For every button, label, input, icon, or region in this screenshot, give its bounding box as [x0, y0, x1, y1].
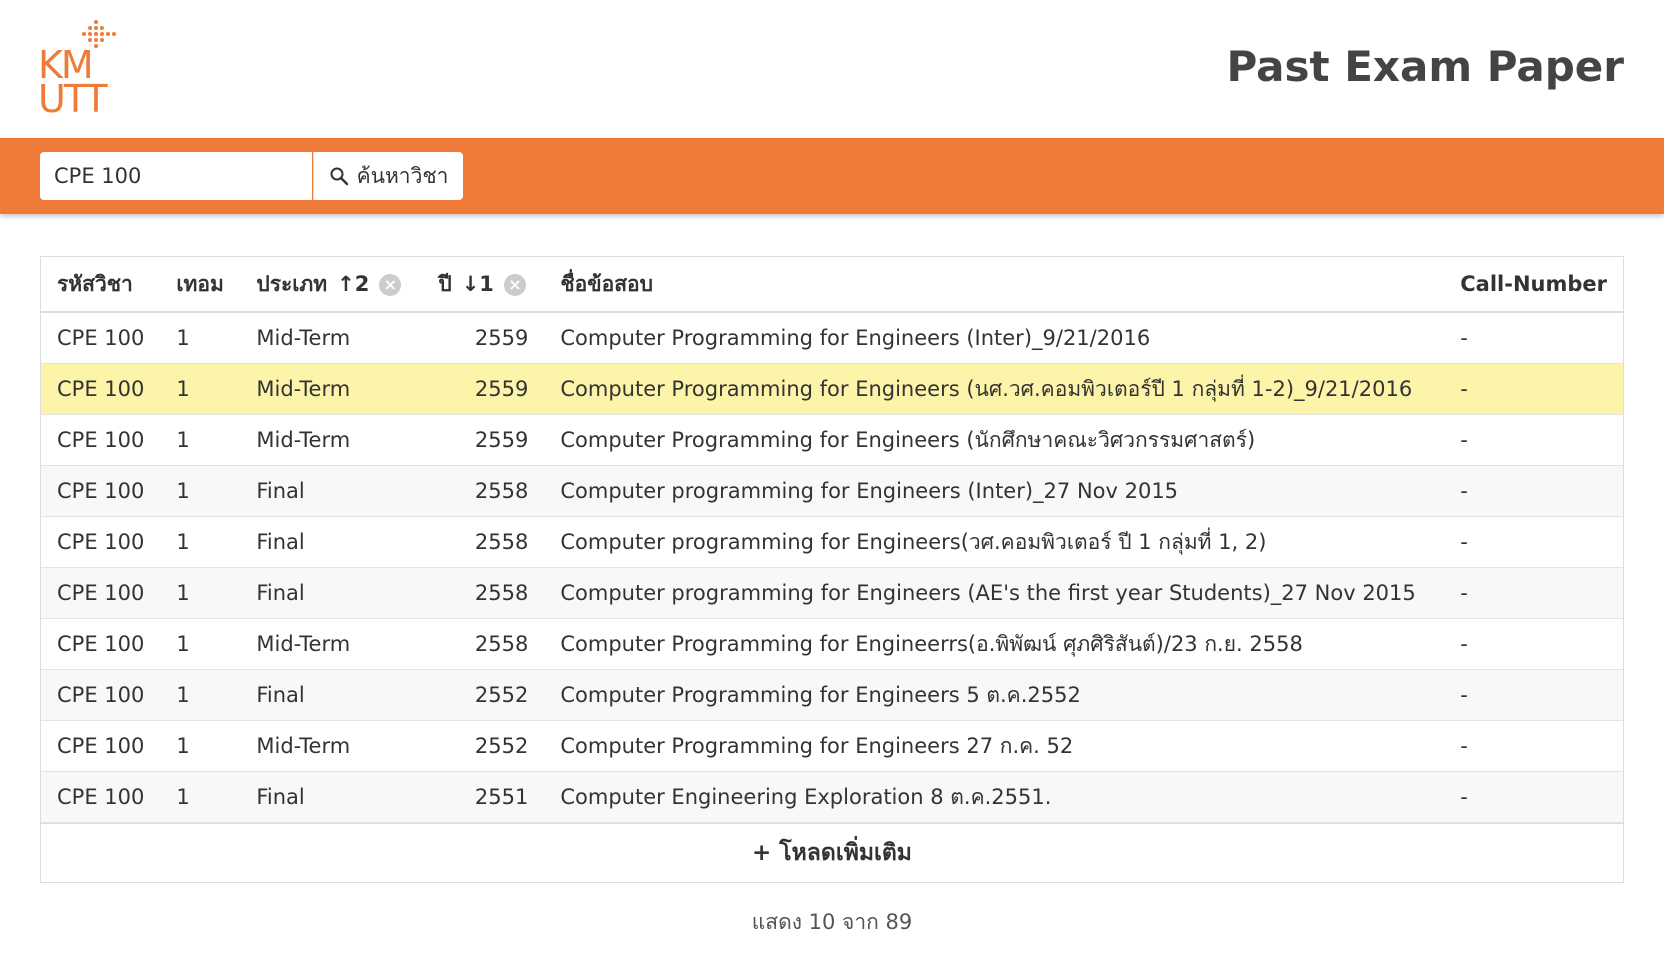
- clear-sort-type-icon[interactable]: ×: [379, 273, 402, 296]
- clear-sort-year-icon[interactable]: ×: [503, 273, 526, 296]
- table-row[interactable]: CPE 100 1 Mid-Term 2559 Computer Programming…: [41, 312, 1623, 364]
- cell-name: Computer programming for Engineers(วศ.คอ…: [544, 516, 1445, 568]
- load-more-label: โหลดเพิ่มเติม: [779, 840, 912, 866]
- cell-type: Mid-Term: [240, 363, 423, 415]
- cell-type: Mid-Term: [240, 618, 423, 670]
- cell-year: 2559: [422, 363, 545, 415]
- cell-call: -: [1444, 771, 1623, 823]
- cell-code: CPE 100: [41, 720, 161, 772]
- cell-call: -: [1444, 312, 1623, 364]
- sort-indicator-year: ↓1: [461, 271, 494, 296]
- col-header-term[interactable]: เทอม: [160, 257, 241, 313]
- cell-name: Computer Programming for Engineers (นักศ…: [544, 414, 1445, 466]
- cell-term: 1: [160, 618, 241, 670]
- table-row[interactable]: CPE 100 1 Mid-Term 2559 Computer Programming…: [41, 363, 1623, 415]
- cell-code: CPE 100: [41, 567, 161, 619]
- cell-year: 2551: [422, 771, 545, 823]
- cell-code: CPE 100: [41, 618, 161, 670]
- search-bar: ค้นหาวิชา: [0, 138, 1664, 214]
- cell-code: CPE 100: [41, 363, 161, 415]
- sort-indicator-type: ↑2: [337, 271, 370, 296]
- cell-code: CPE 100: [41, 414, 161, 466]
- cell-type: Mid-Term: [240, 720, 423, 772]
- cell-code: CPE 100: [41, 771, 161, 823]
- exam-table-container: รหัสวิชา เทอม ประเภท ↑2 × ปี ↓1 × ชื่อข้อสอบ…: [40, 256, 1624, 883]
- logo-text-bottom: UTT: [38, 77, 108, 121]
- load-more-button[interactable]: + โหลดเพิ่มเติม: [41, 823, 1623, 882]
- cell-year: 2552: [422, 720, 545, 772]
- table-body: CPE 100 1 Mid-Term 2559 Computer Programming…: [41, 312, 1623, 823]
- cell-name: Computer Programming for Engineers (Inte…: [544, 312, 1445, 364]
- cell-call: -: [1444, 414, 1623, 466]
- cell-year: 2559: [422, 414, 545, 466]
- cell-name: Computer Engineering Exploration 8 ต.ค.2…: [544, 771, 1445, 823]
- cell-call: -: [1444, 465, 1623, 517]
- col-header-call-number[interactable]: Call-Number: [1444, 257, 1623, 313]
- cell-term: 1: [160, 465, 241, 517]
- cell-term: 1: [160, 720, 241, 772]
- result-count: แสดง 10 จาก 89: [751, 910, 913, 934]
- cell-year: 2558: [422, 618, 545, 670]
- cell-name: Computer Programming for Engineers 5 ต.ค…: [544, 669, 1445, 721]
- cell-term: 1: [160, 669, 241, 721]
- cell-code: CPE 100: [41, 465, 161, 517]
- cell-name: Computer programming for Engineers (AE's…: [544, 567, 1445, 619]
- cell-type: Final: [240, 516, 423, 568]
- cell-call: -: [1444, 516, 1623, 568]
- cell-term: 1: [160, 414, 241, 466]
- search-button[interactable]: ค้นหาวิชา: [313, 152, 463, 200]
- cell-code: CPE 100: [41, 516, 161, 568]
- cell-term: 1: [160, 312, 241, 364]
- cell-term: 1: [160, 771, 241, 823]
- cell-call: -: [1444, 720, 1623, 772]
- search-icon: [330, 167, 348, 186]
- search-button-label: ค้นหาวิชา: [356, 163, 449, 188]
- table-header-row: รหัสวิชา เทอม ประเภท ↑2 × ปี ↓1 × ชื่อข้อสอบ…: [41, 257, 1623, 313]
- cell-code: CPE 100: [41, 312, 161, 364]
- cell-type: Final: [240, 771, 423, 823]
- table-row[interactable]: CPE 100 1 Final 2558 Computer programming fo…: [41, 567, 1623, 619]
- header: KM UTT Past Exam Paper: [0, 0, 1664, 138]
- page-title: Past Exam Paper: [1226, 42, 1624, 91]
- cell-type: Final: [240, 669, 423, 721]
- cell-code: CPE 100: [41, 669, 161, 721]
- cell-call: -: [1444, 618, 1623, 670]
- cell-name: Computer programming for Engineers (Inte…: [544, 465, 1445, 517]
- col-header-code[interactable]: รหัสวิชา: [41, 257, 161, 313]
- cell-call: -: [1444, 669, 1623, 721]
- cell-name: Computer Programming for Engineers 27 ก.…: [544, 720, 1445, 772]
- cell-type: Final: [240, 465, 423, 517]
- cell-term: 1: [160, 516, 241, 568]
- cell-year: 2558: [422, 516, 545, 568]
- cell-name: Computer Programming for Engineers (นศ.ว…: [544, 363, 1445, 415]
- cell-call: -: [1444, 567, 1623, 619]
- table-row[interactable]: CPE 100 1 Final 2558 Computer programming fo…: [41, 465, 1623, 517]
- col-header-type[interactable]: ประเภท ↑2 ×: [240, 257, 423, 313]
- cell-type: Mid-Term: [240, 414, 423, 466]
- table-row[interactable]: CPE 100 1 Final 2551 Computer Engineering Ex…: [41, 771, 1623, 823]
- search-input[interactable]: [40, 152, 312, 200]
- cell-year: 2558: [422, 465, 545, 517]
- cell-type: Mid-Term: [240, 312, 423, 364]
- cell-year: 2559: [422, 312, 545, 364]
- cell-name: Computer Programming for Engineerrs(อ.พิ…: [544, 618, 1445, 670]
- table-row[interactable]: CPE 100 1 Mid-Term 2559 Computer Programming…: [41, 414, 1623, 466]
- table-row[interactable]: CPE 100 1 Mid-Term 2558 Computer Programming…: [41, 618, 1623, 670]
- kmutt-logo[interactable]: KM UTT: [38, 18, 128, 118]
- cell-type: Final: [240, 567, 423, 619]
- exam-table: รหัสวิชา เทอม ประเภท ↑2 × ปี ↓1 × ชื่อข้อสอบ…: [41, 257, 1623, 823]
- cell-term: 1: [160, 567, 241, 619]
- col-header-year[interactable]: ปี ↓1 ×: [422, 257, 545, 313]
- col-header-name[interactable]: ชื่อข้อสอบ: [544, 257, 1445, 313]
- cell-year: 2558: [422, 567, 545, 619]
- plus-icon: +: [752, 840, 772, 866]
- cell-term: 1: [160, 363, 241, 415]
- cell-call: -: [1444, 363, 1623, 415]
- table-row[interactable]: CPE 100 1 Mid-Term 2552 Computer Programming…: [41, 720, 1623, 772]
- table-row[interactable]: CPE 100 1 Final 2558 Computer programming fo…: [41, 516, 1623, 568]
- table-row[interactable]: CPE 100 1 Final 2552 Computer Programming fo…: [41, 669, 1623, 721]
- cell-year: 2552: [422, 669, 545, 721]
